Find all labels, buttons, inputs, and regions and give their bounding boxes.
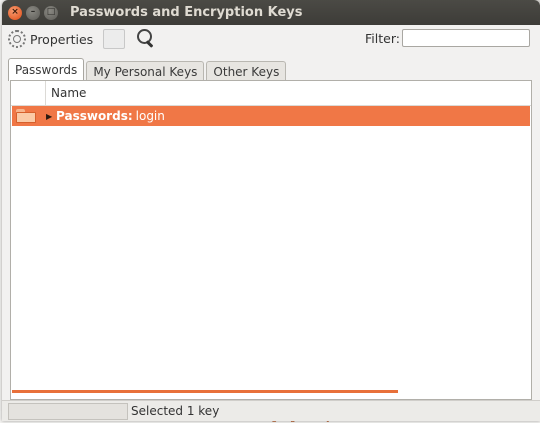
status-bar: Selected 1 key [2,400,540,421]
close-window-button[interactable]: × [8,5,22,20]
minimize-icon: – [30,7,36,17]
properties-button[interactable]: Properties [8,30,93,48]
status-text: Selected 1 key [131,404,220,418]
progress-bar-fill [12,390,398,393]
keys-list-panel: Name ▶ Passwords: login [10,80,532,400]
title-bar[interactable]: × – □ Passwords and Encryption Keys [2,0,540,25]
keyring-row[interactable]: ▶ Passwords: login [12,106,530,126]
tab-other-keys[interactable]: Other Keys [206,61,287,81]
keyring-type-label: Passwords: [56,109,133,123]
progress-bar [12,390,398,393]
keyring-name: login [135,109,165,123]
filter-label: Filter: [365,31,400,46]
maximize-icon: □ [46,7,56,17]
export-button[interactable] [103,29,126,49]
name-column-header[interactable]: Name [51,86,86,100]
folder-icon [16,109,36,123]
filter-input[interactable] [402,29,530,47]
window-title: Passwords and Encryption Keys [70,5,303,20]
maximize-window-button[interactable]: □ [44,5,58,20]
close-icon: × [11,7,19,17]
properties-label: Properties [30,31,94,47]
tab-my-personal-keys[interactable]: My Personal Keys [86,61,205,81]
minimize-window-button[interactable]: – [26,5,40,20]
expander-arrow-icon[interactable]: ▶ [46,112,56,121]
tab-bar: Passwords My Personal Keys Other Keys [8,58,288,81]
icon-column-header[interactable] [11,81,46,105]
app-window: × – □ Passwords and Encryption Keys Prop… [2,0,540,421]
toolbar: Properties Filter: [2,25,540,53]
list-header: Name [11,81,531,106]
tab-passwords[interactable]: Passwords [8,58,85,81]
find-keys-button[interactable] [135,28,157,50]
gear-icon [8,30,26,48]
status-progress-box [8,403,128,420]
